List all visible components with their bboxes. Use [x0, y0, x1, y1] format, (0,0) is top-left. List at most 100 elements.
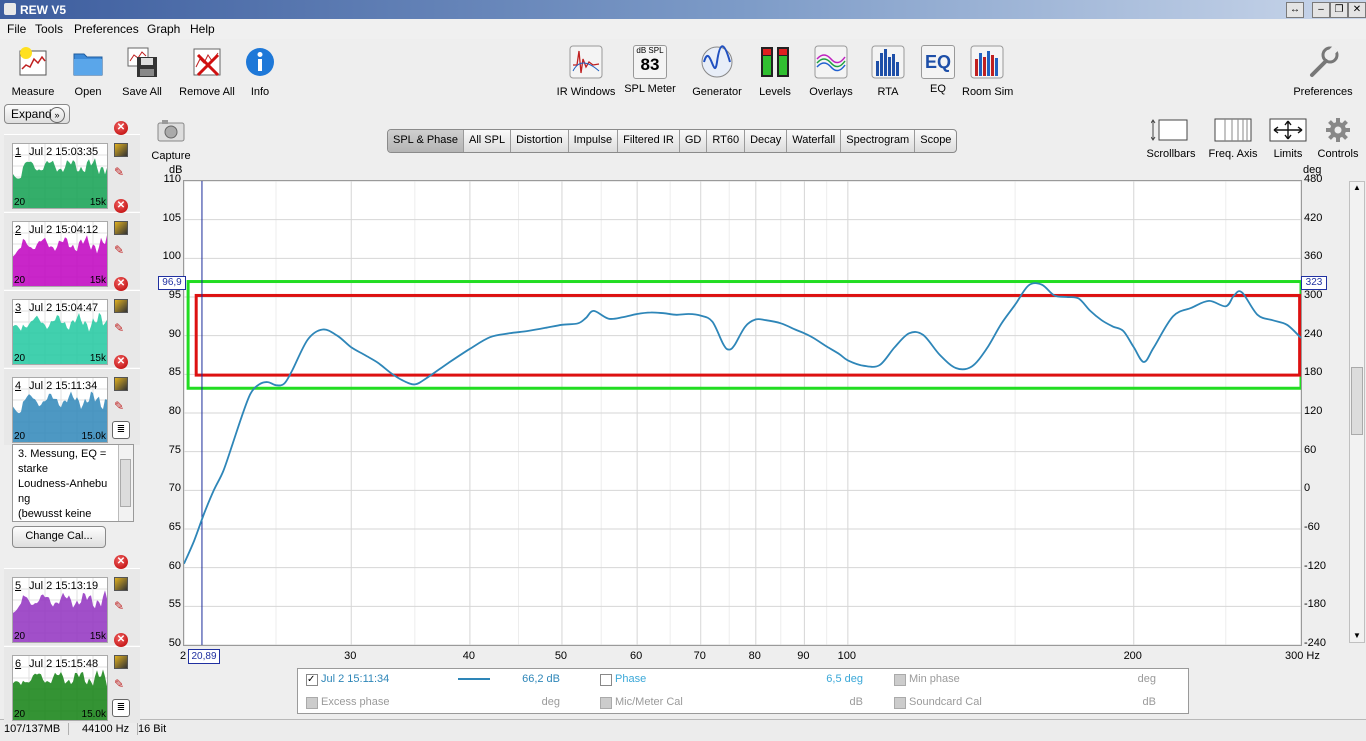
tab-rt60[interactable]: RT60 — [707, 130, 746, 152]
measurement-time: Jul 2 15:04:47 — [29, 302, 99, 314]
measurement-card[interactable]: 6 Jul 2 15:15:48 20 15.0k ✕ ✎ ≣ — [4, 633, 140, 723]
remove-measurement-icon[interactable]: ✕ — [114, 199, 128, 213]
ir-windows-button[interactable]: IR Windows — [556, 45, 616, 98]
legend-checkbox[interactable] — [894, 674, 906, 686]
legend-checkbox[interactable]: ✓ — [306, 674, 318, 686]
legend-checkbox[interactable] — [894, 697, 906, 709]
remove-measurement-icon[interactable]: ✕ — [114, 355, 128, 369]
notes-scrollbar[interactable] — [118, 445, 133, 521]
remove-measurement-icon[interactable]: ✕ — [114, 121, 128, 135]
menu-file[interactable]: File — [7, 22, 26, 36]
tab-waterfall[interactable]: Waterfall — [787, 130, 842, 152]
legend-checkbox[interactable] — [600, 697, 612, 709]
measurement-settings-icon[interactable] — [114, 299, 128, 313]
info-button[interactable]: Info — [242, 45, 278, 98]
legend-checkbox[interactable] — [306, 697, 318, 709]
line-color-icon[interactable]: ✎ — [114, 677, 128, 691]
maximize-button[interactable]: ❐ — [1330, 2, 1348, 18]
menu-tools[interactable]: Tools — [35, 22, 63, 36]
overlays-button[interactable]: Overlays — [806, 45, 856, 98]
capture-button[interactable]: Capture — [150, 118, 192, 162]
measurement-card[interactable]: 4 Jul 2 15:11:34 20 15.0k ✕ ✎ ≣ — [4, 355, 140, 445]
controls-button[interactable]: Controls — [1314, 117, 1362, 160]
line-color-icon[interactable]: ✎ — [114, 243, 128, 257]
y-tick-label: 95 — [168, 289, 181, 301]
tab-impulse[interactable]: Impulse — [569, 130, 619, 152]
measure-button[interactable]: Measure — [8, 45, 58, 98]
measurement-thumbnail[interactable]: 5 Jul 2 15:13:19 20 15k — [12, 577, 108, 643]
spl-meter-button[interactable]: dB SPL 83 SPL Meter — [622, 45, 678, 95]
measurement-thumbnail[interactable]: 2 Jul 2 15:04:12 20 15k — [12, 221, 108, 287]
measurement-thumbnail[interactable]: 3 Jul 2 15:04:47 20 15k — [12, 299, 108, 365]
scroll-thumb[interactable] — [1351, 367, 1363, 435]
room-sim-button[interactable]: Room Sim — [962, 45, 1013, 98]
notes-line: 3. Messung, EQ = — [18, 448, 107, 460]
tab-gd[interactable]: GD — [680, 130, 708, 152]
measurement-notes[interactable]: 3. Messung, EQ = starke Loudness-Anhebu ng (… — [12, 444, 134, 522]
remove-measurement-icon[interactable]: ✕ — [114, 277, 128, 291]
open-button[interactable]: Open — [64, 45, 112, 98]
menu-preferences[interactable]: Preferences — [74, 22, 139, 36]
line-color-icon[interactable]: ✎ — [114, 599, 128, 613]
scroll-down-icon[interactable]: ▼ — [1350, 630, 1364, 642]
menu-help[interactable]: Help — [190, 22, 215, 36]
y-tick-label: 110 — [163, 173, 181, 185]
levels-button[interactable]: Levels — [754, 45, 796, 98]
freq-axis-button[interactable]: Freq. Axis — [1205, 117, 1261, 160]
rta-button[interactable]: RTA — [868, 45, 908, 98]
cursor-y-readout: 96,9 — [158, 276, 186, 290]
close-window-button[interactable]: ✕ — [1348, 2, 1366, 18]
vertical-scrollbar[interactable]: ▲ ▼ — [1349, 181, 1365, 643]
spl-phase-graph[interactable] — [183, 180, 1302, 646]
remove-measurement-icon[interactable]: ✕ — [114, 633, 128, 647]
tab-spl-phase[interactable]: SPL & Phase — [388, 130, 465, 152]
measurement-settings-icon[interactable] — [114, 221, 128, 235]
measurement-settings-icon[interactable] — [114, 143, 128, 157]
minimize-button[interactable]: – — [1312, 2, 1330, 18]
measurement-time: Jul 2 15:13:19 — [29, 580, 99, 592]
legend-label: Soundcard Cal — [909, 696, 982, 708]
tab-all-spl[interactable]: All SPL — [464, 130, 512, 152]
remove-measurement-icon[interactable]: ✕ — [114, 555, 128, 569]
measurement-settings-icon[interactable] — [114, 377, 128, 391]
generator-label: Generator — [692, 86, 742, 98]
expand-button[interactable]: Expand » — [4, 104, 70, 124]
eq-button[interactable]: EQ EQ — [918, 45, 958, 95]
notes-scroll-thumb[interactable] — [120, 459, 131, 507]
legend-checkbox[interactable] — [600, 674, 612, 686]
tab-spectrogram[interactable]: Spectrogram — [841, 130, 916, 152]
tab-distortion[interactable]: Distortion — [511, 130, 569, 152]
preferences-button[interactable]: Preferences — [1290, 45, 1356, 98]
menu-graph[interactable]: Graph — [147, 22, 180, 36]
tab-filtered-ir[interactable]: Filtered IR — [618, 130, 680, 152]
generator-button[interactable]: Generator — [690, 45, 744, 98]
y2-tick-label: 0 — [1304, 482, 1311, 495]
tab-decay[interactable]: Decay — [745, 130, 788, 152]
measurement-settings-icon[interactable] — [114, 655, 128, 669]
measurement-settings-icon[interactable] — [114, 577, 128, 591]
rta-icon — [871, 45, 905, 79]
line-color-icon[interactable]: ✎ — [114, 399, 128, 413]
levels-icon — [761, 47, 789, 77]
save-all-button[interactable]: Save All — [118, 45, 166, 98]
y2-tick-label: 180 — [1304, 366, 1323, 379]
scrollbars-button[interactable]: Scrollbars — [1145, 117, 1197, 160]
remove-all-button[interactable]: Remove All — [178, 45, 236, 98]
camera-icon — [157, 120, 185, 142]
line-color-icon[interactable]: ✎ — [114, 321, 128, 335]
measurement-number: 4 — [15, 380, 22, 392]
change-cal-button[interactable]: Change Cal... — [12, 526, 106, 548]
graph-tab-bar: SPL & Phase All SPL Distortion Impulse Filte… — [387, 129, 958, 153]
resize-icon[interactable]: ↔ — [1286, 2, 1304, 18]
notes-icon[interactable]: ≣ — [112, 699, 130, 717]
tab-scope[interactable]: Scope — [915, 130, 956, 152]
line-color-icon[interactable]: ✎ — [114, 165, 128, 179]
legend-label: Phase — [615, 673, 647, 685]
limits-button[interactable]: Limits — [1266, 117, 1310, 160]
measurement-thumbnail[interactable]: 4 Jul 2 15:11:34 20 15.0k — [12, 377, 108, 443]
y2-tick-label: 420 — [1304, 211, 1323, 224]
notes-icon[interactable]: ≣ — [112, 421, 130, 439]
measurement-thumbnail[interactable]: 6 Jul 2 15:15:48 20 15.0k — [12, 655, 108, 721]
measurement-thumbnail[interactable]: 1 Jul 2 15:03:35 20 15k — [12, 143, 108, 209]
scroll-up-icon[interactable]: ▲ — [1350, 182, 1364, 194]
